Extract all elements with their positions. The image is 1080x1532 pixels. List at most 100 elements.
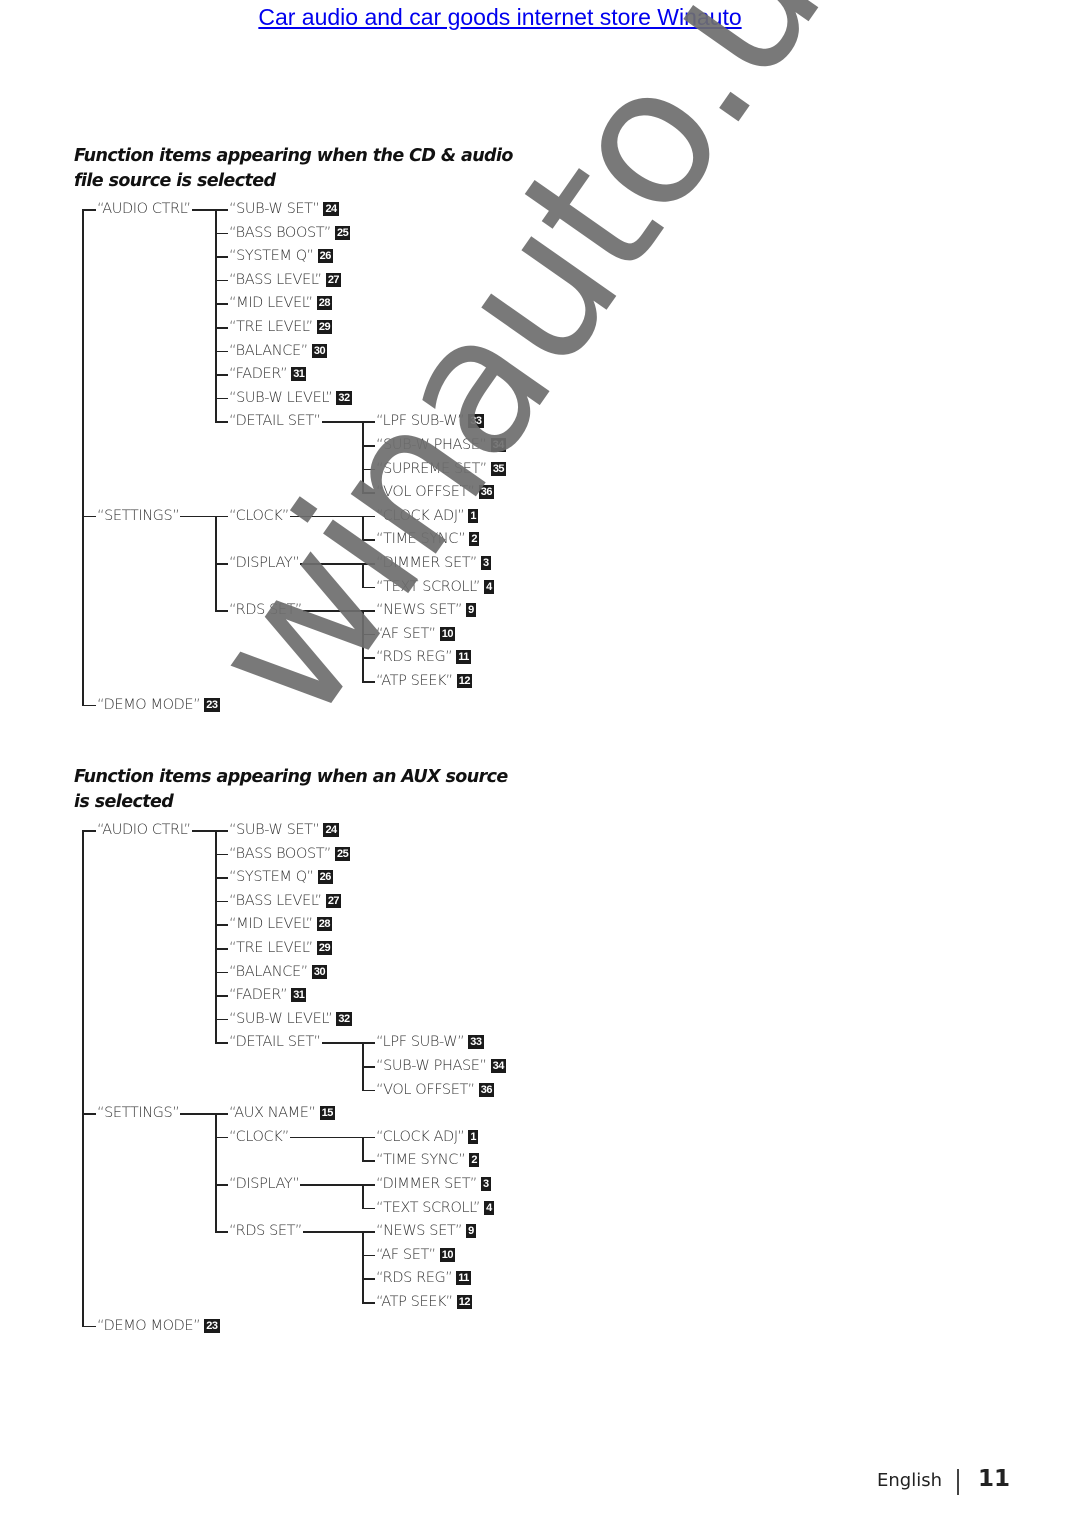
reference-number-badge: 35 (490, 461, 507, 476)
menu-item-aux-name: “AUX NAME” 15 (229, 1104, 335, 1122)
section-title-line: Function items appearing when an AUX sou… (74, 767, 508, 787)
reference-number-badge: 12 (456, 1295, 472, 1309)
menu-item-label: “AUDIO CTRL” (97, 822, 191, 838)
menu-item-label: “MID LEVEL” (229, 295, 313, 312)
menu-item-sub-w-phase: “SUB-W PHASE” 34 (376, 436, 506, 454)
reference-number-badge: 29 (316, 320, 333, 334)
footer-divider (957, 1469, 959, 1495)
menu-item-label: “BALANCE” (229, 342, 308, 359)
menu-item-label: “AF SET” (376, 625, 436, 642)
tree-branch-line (362, 586, 375, 589)
menu-item-label: “LPF SUB-W” (376, 1034, 465, 1051)
reference-number-badge: 24 (323, 823, 339, 837)
menu-item-label: “CLOCK” (229, 507, 289, 524)
tree-branch-line (215, 610, 228, 612)
menu-item-label: “DEMO MODE” (97, 1317, 201, 1334)
menu-item-settings: “SETTINGS” (97, 1104, 180, 1122)
menu-item-label: “TEXT SCROLL” (376, 1199, 481, 1216)
menu-item-label: “VOL OFFSET” (376, 1081, 475, 1098)
tree-branch-line (362, 539, 375, 541)
tree-branch-line (362, 681, 375, 683)
tree-branch-line (362, 610, 375, 612)
tree-connector-line (290, 515, 362, 518)
tree-branch-line (362, 421, 375, 423)
reference-number-badge: 34 (490, 438, 506, 452)
tree-branch-line (362, 1089, 375, 1092)
reference-number-badge: 33 (468, 414, 484, 429)
menu-item-display: “DISPLAY” (229, 554, 300, 572)
tree-connector-line (290, 1136, 362, 1139)
menu-item-tre-level: “TRE LEVEL” 29 (229, 939, 333, 957)
tree-trunk-line (362, 515, 364, 541)
menu-item-label: “BASS BOOST” (229, 845, 332, 862)
tree-branch-line (215, 256, 228, 258)
tree-branch-line (362, 468, 375, 471)
menu-item-system-q: “SYSTEM Q” 26 (229, 868, 333, 886)
tree-branch-line (82, 830, 96, 832)
menu-item-label: “SUB-W PHASE” (376, 1058, 487, 1074)
tree-branch-line (362, 563, 375, 565)
tree-branch-line (215, 1042, 228, 1044)
tree-branch-line (215, 1184, 228, 1186)
tree-trunk-line (362, 1136, 364, 1162)
reference-number-badge: 23 (204, 697, 220, 712)
menu-item-af-set: “AF SET” 10 (376, 625, 455, 643)
reference-number-badge: 33 (468, 1035, 484, 1050)
menu-item-demo-mode: “DEMO MODE” 23 (97, 696, 220, 714)
tree-branch-line (215, 303, 228, 305)
tree-branch-line (215, 374, 228, 376)
section-title-line: is selected (74, 792, 174, 812)
tree-connector-line (321, 1042, 362, 1044)
menu-item-bass-level: “BASS LEVEL” 27 (229, 892, 342, 910)
tree-connector-line (180, 515, 215, 518)
tree-branch-line (362, 1231, 375, 1233)
menu-item-news-set: “NEWS SET” 9 (376, 601, 476, 619)
tree-trunk-line (215, 209, 217, 423)
menu-item-label: “FADER” (229, 987, 288, 1004)
menu-item-label: “DIMMER SET” (376, 1176, 477, 1192)
reference-number-badge: 4 (484, 579, 494, 594)
tree-branch-line (215, 421, 228, 423)
menu-item-bass-level: “BASS LEVEL” 27 (229, 271, 342, 289)
tree-branch-line (362, 445, 375, 447)
tree-branch-line (362, 657, 375, 659)
reference-number-badge: 25 (335, 225, 351, 240)
tree-trunk-line (82, 209, 84, 707)
tree-connector-line (302, 1231, 362, 1233)
menu-item-label: “CLOCK ADJ” (376, 507, 465, 524)
tree-trunk-line (82, 830, 84, 1328)
tree-branch-line (82, 704, 96, 707)
menu-item-dimmer-set: “DIMMER SET” 3 (376, 1175, 491, 1193)
menu-item-label: “DISPLAY” (229, 555, 300, 571)
reference-number-badge: 26 (317, 870, 333, 885)
tree-connector-line (300, 1184, 362, 1186)
tree-branch-line (215, 515, 228, 518)
menu-item-fader: “FADER” 31 (229, 365, 307, 383)
menu-item-clock: “CLOCK” (229, 507, 289, 525)
menu-item-text-scroll: “TEXT SCROLL” 4 (376, 578, 494, 596)
tree-connector-line (302, 610, 362, 612)
reference-number-badge: 27 (325, 893, 342, 908)
menu-item-detail-set: “DETAIL SET” (229, 1033, 321, 1051)
reference-number-badge: 31 (291, 988, 307, 1003)
tree-branch-line (215, 830, 228, 832)
reference-number-badge: 23 (204, 1318, 220, 1333)
menu-item-label: “RDS SET” (229, 1223, 302, 1240)
store-link[interactable]: Car audio and car goods internet store W… (0, 4, 1000, 31)
reference-number-badge: 32 (336, 390, 352, 405)
menu-item-fader: “FADER” 31 (229, 986, 307, 1004)
menu-item-label: “RDS SET” (229, 602, 302, 619)
menu-item-af-set: “AF SET” 10 (376, 1246, 455, 1264)
menu-item-label: “SYSTEM Q” (229, 248, 314, 265)
tree-branch-line (215, 900, 228, 903)
menu-item-sub-w-phase: “SUB-W PHASE” 34 (376, 1057, 506, 1075)
reference-number-badge: 10 (439, 626, 455, 641)
menu-item-label: “AUX NAME” (229, 1105, 316, 1122)
tree-branch-line (362, 1136, 375, 1139)
menu-item-label: “TEXT SCROLL” (376, 578, 481, 595)
reference-number-badge: 3 (481, 556, 491, 570)
menu-item-settings: “SETTINGS” (97, 507, 180, 525)
footer-language: English (877, 1470, 942, 1491)
menu-item-label: “NEWS SET” (376, 1223, 463, 1240)
menu-item-sub-w-set: “SUB-W SET” 24 (229, 821, 339, 839)
